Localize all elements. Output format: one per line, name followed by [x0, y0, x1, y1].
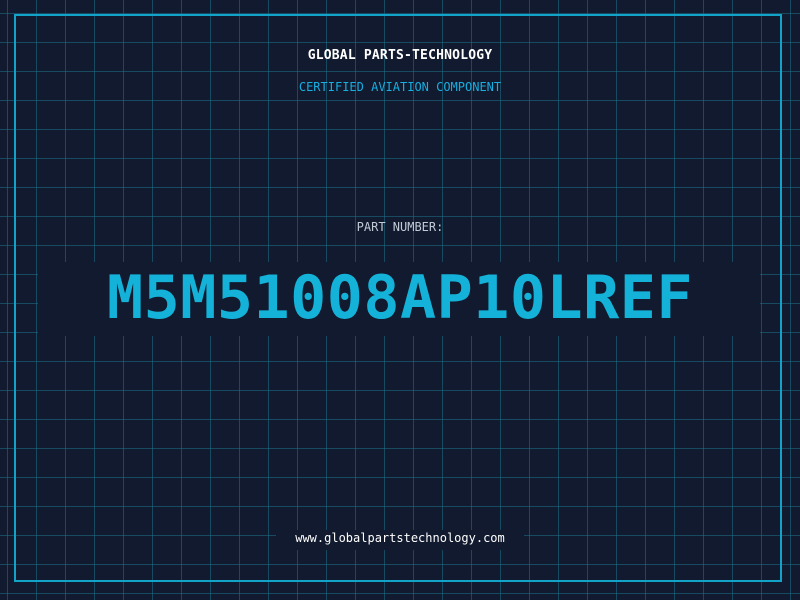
brand-title: GLOBAL PARTS-TECHNOLOGY	[307, 48, 493, 63]
tagline: CERTIFIED AVIATION COMPONENT	[298, 80, 502, 94]
website-url: www.globalpartstechnology.com	[295, 531, 505, 545]
part-number-value: M5M51008AP10LREF	[107, 263, 693, 333]
part-number-label: PART NUMBER:	[356, 220, 444, 234]
certificate-page: GLOBAL PARTS-TECHNOLOGY CERTIFIED AVIATI…	[0, 0, 800, 600]
